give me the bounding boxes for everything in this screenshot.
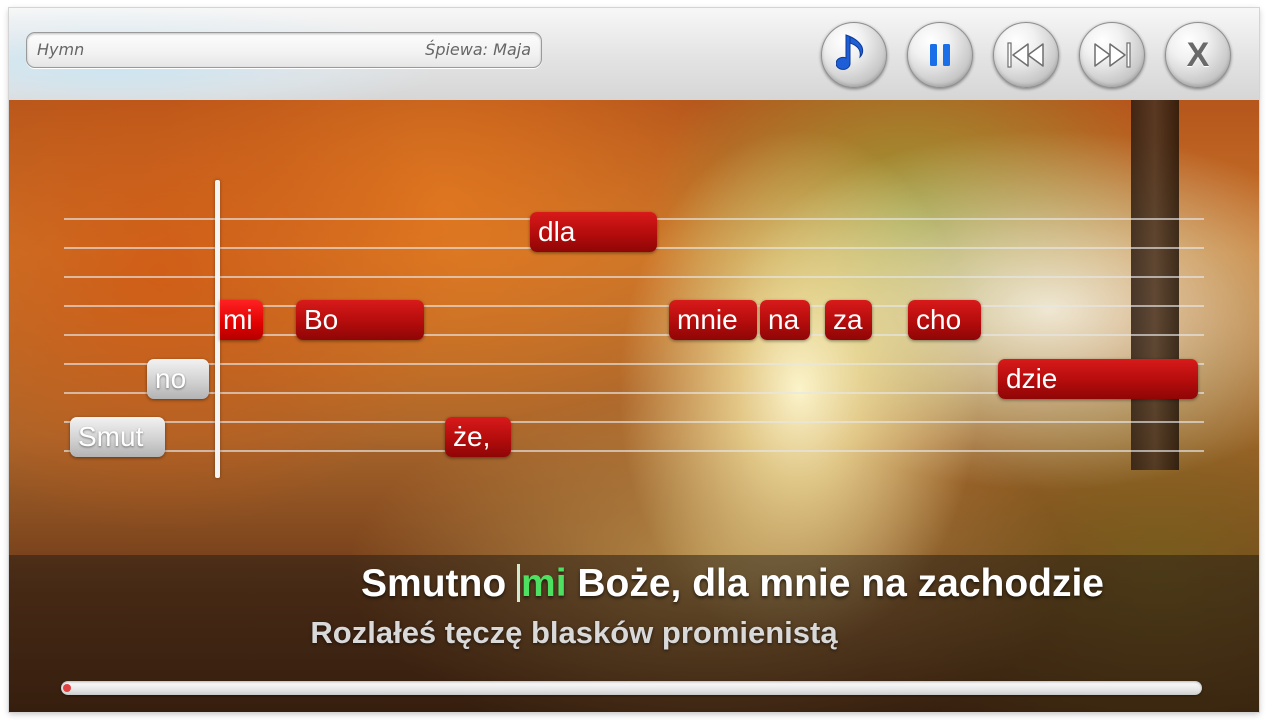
note-block: Bo — [296, 300, 424, 340]
lyric-sung-part: Smutno — [361, 562, 518, 605]
pause-button[interactable] — [907, 22, 973, 88]
skip-forward-icon — [1094, 42, 1131, 68]
note-block: Smut — [70, 417, 165, 457]
previous-button[interactable] — [993, 22, 1059, 88]
lyric-highlight: mi — [521, 562, 567, 605]
note-block-active: mi — [220, 300, 263, 340]
music-note-icon — [836, 34, 864, 70]
karaoke-window: Hymn Śpiewa: Maja X Smut no mi Bo że, dl… — [9, 8, 1259, 712]
progress-fill — [63, 684, 71, 692]
karaoke-stage: Smut no mi Bo że, dla mnie na za cho dzi… — [9, 100, 1259, 712]
note-block: na — [760, 300, 810, 340]
note-block: że, — [445, 417, 511, 457]
staff-line — [64, 450, 1204, 452]
singer-name: Śpiewa: Maja — [425, 40, 531, 59]
progress-bar[interactable] — [61, 681, 1202, 695]
close-icon: X — [1186, 35, 1210, 74]
song-info-box: Hymn Śpiewa: Maja — [26, 32, 542, 68]
lyric-caret — [517, 564, 521, 602]
next-lyric-line: Rozlałeś tęczę blasków promienistą — [310, 615, 838, 650]
note-block: cho — [908, 300, 981, 340]
pause-icon — [930, 44, 950, 66]
note-block: no — [147, 359, 209, 399]
current-lyric-line: Smutno mi Boże, dla mnie na zachodzie — [9, 562, 1104, 606]
toolbar: Hymn Śpiewa: Maja X — [9, 8, 1259, 100]
note-block: za — [825, 300, 872, 340]
song-title: Hymn — [37, 40, 85, 59]
skip-back-icon — [1007, 42, 1044, 68]
note-block: mnie — [669, 300, 757, 340]
next-button[interactable] — [1079, 22, 1145, 88]
staff-line — [64, 276, 1204, 278]
note-block: dzie — [998, 359, 1198, 399]
lyric-upcoming-part: Boże, dla mnie na zachodzie — [566, 562, 1104, 605]
music-note-button[interactable] — [821, 22, 887, 88]
staff-line — [64, 421, 1204, 423]
note-block: dla — [530, 212, 657, 252]
background-tree-trunk — [1131, 100, 1179, 470]
close-button[interactable]: X — [1165, 22, 1231, 88]
